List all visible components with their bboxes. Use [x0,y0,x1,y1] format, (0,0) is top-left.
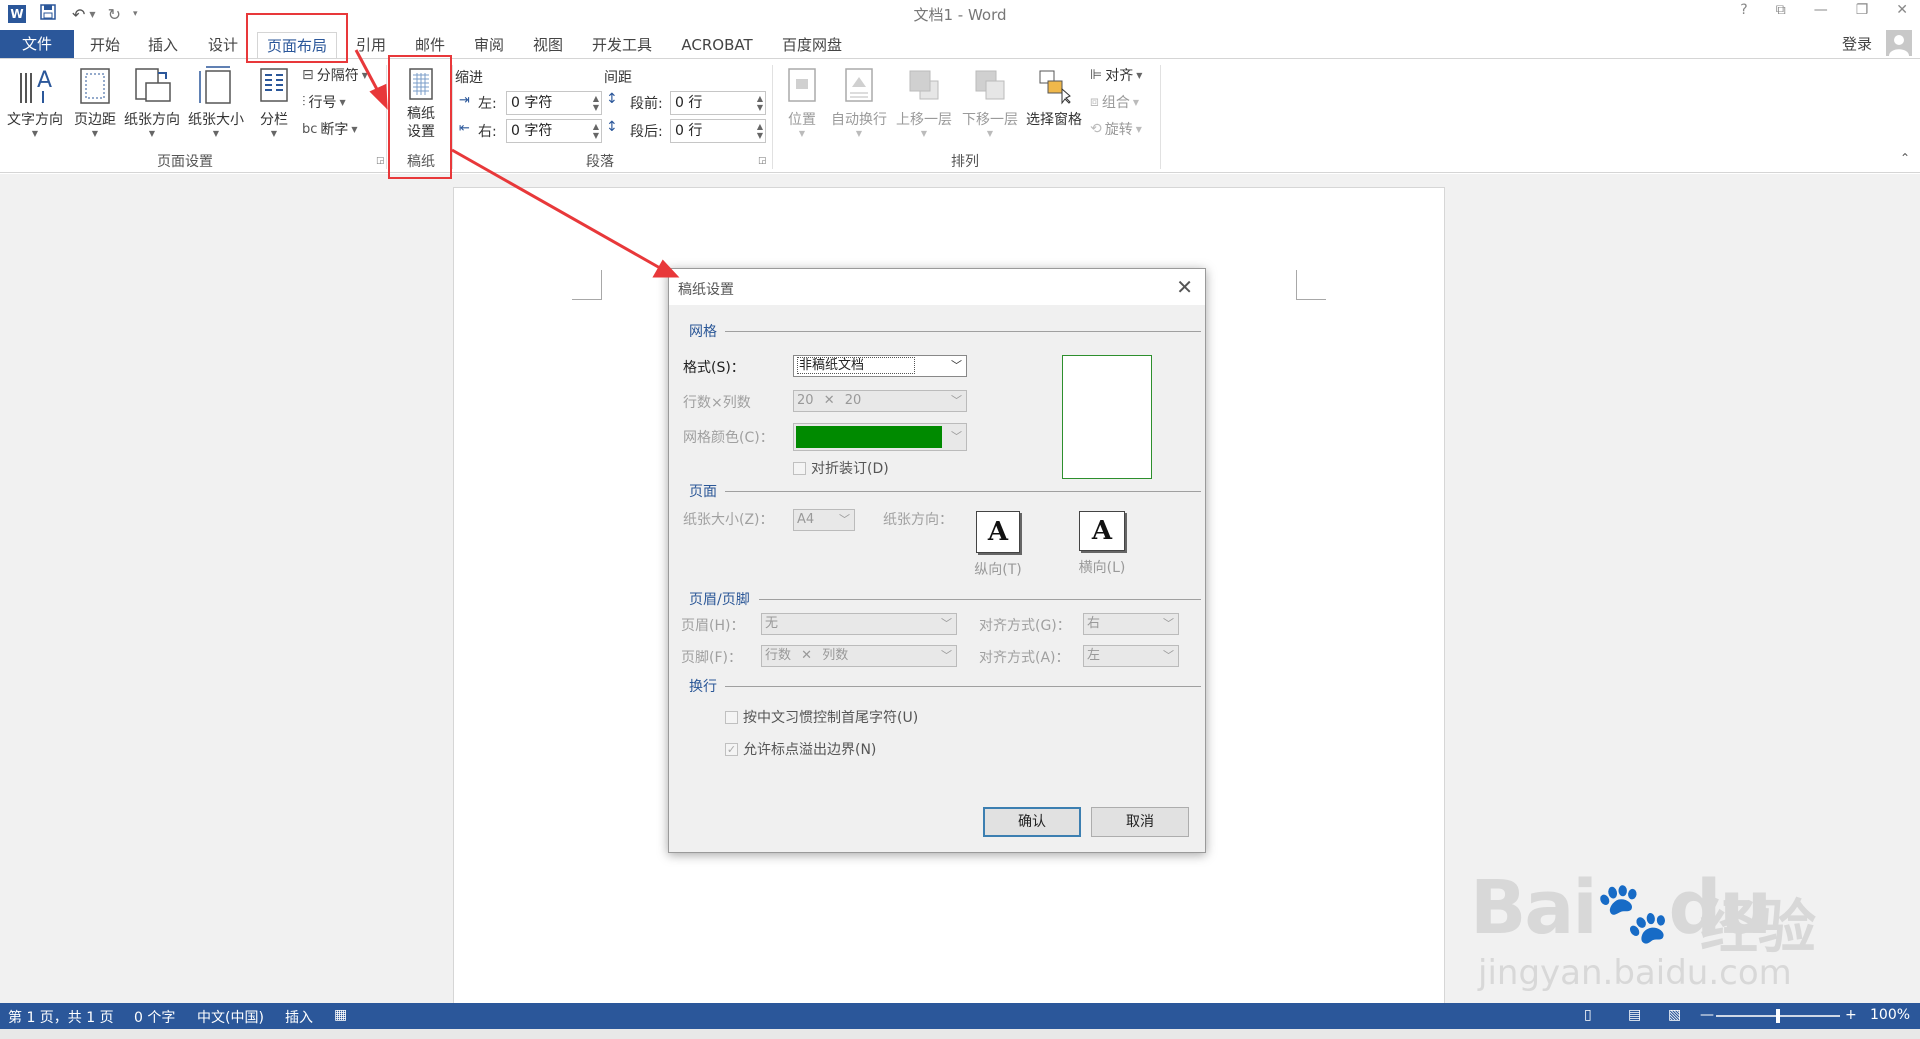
taskbar-strip [0,1029,1920,1039]
watermark-brand: Bai [1470,865,1598,951]
annotation-arrow [451,148,661,270]
annotation-arrow [354,49,382,96]
zoom-slider[interactable] [1716,1009,1840,1023]
zoom-level[interactable]: 100% [1870,1007,1910,1023]
arrowhead-icon [652,259,680,278]
zoom-out-icon[interactable]: — [1700,1007,1714,1023]
zoom-in-icon[interactable]: + [1845,1007,1857,1023]
read-mode-icon[interactable]: ▯ [1584,1007,1592,1023]
paw-icon: 🐾 [1595,878,1671,948]
status-bar: 第 1 页，共 1 页 0 个字 中文(中国) 插入 ▦ ▯ ▤ ▧ — + 1… [0,1003,1920,1029]
page-count[interactable]: 第 1 页，共 1 页 [8,1007,114,1027]
macro-icon[interactable]: ▦ [334,1007,347,1023]
insert-mode[interactable]: 插入 [285,1007,313,1027]
arrowhead-icon [369,83,388,110]
print-layout-icon[interactable]: ▤ [1628,1007,1641,1023]
zoom-slider-thumb[interactable] [1776,1009,1780,1023]
watermark-url: jingyan.baidu.com [1478,953,1792,993]
watermark-cn: 经验 [1700,893,1817,961]
language[interactable]: 中文(中国) [197,1007,264,1027]
web-layout-icon[interactable]: ▧ [1668,1007,1681,1023]
word-count[interactable]: 0 个字 [134,1007,175,1027]
